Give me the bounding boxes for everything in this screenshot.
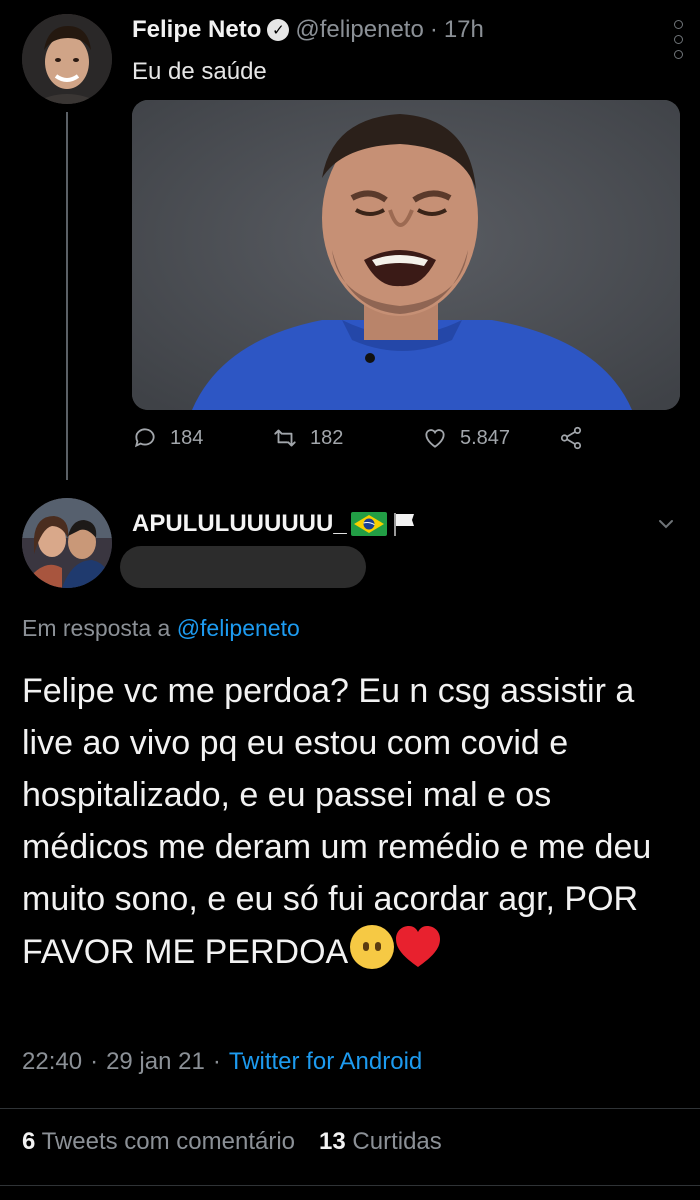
tweet-actions: 184 182 5.847: [132, 425, 584, 451]
tweet-media-image[interactable]: [132, 100, 680, 410]
likes-label: Curtidas: [352, 1128, 442, 1155]
thread-line: [66, 112, 68, 480]
reply-prefix: Em resposta a: [22, 615, 171, 641]
reply-header: APULULUUUUUU_: [132, 510, 417, 538]
likes-link[interactable]: 13 Curtidas: [319, 1128, 442, 1156]
reply-text: Felipe vc me perdoa? Eu n csg assistir a…: [22, 672, 652, 971]
reply-date: 29 jan 21: [106, 1048, 205, 1075]
likes-count: 13: [319, 1128, 346, 1155]
face-without-mouth-emoji-icon: [350, 925, 395, 969]
reply-context: Em resposta a @felipeneto: [22, 615, 300, 642]
quote-tweets-label: Tweets com comentário: [41, 1128, 296, 1155]
quote-tweets-link[interactable]: 6 Tweets com comentário: [22, 1128, 295, 1156]
reply-mention-link[interactable]: @felipeneto: [177, 615, 300, 641]
brazil-flag-icon: [350, 512, 387, 536]
heart-icon: [425, 429, 445, 448]
reply-stats: 6 Tweets com comentário 13 Curtidas: [22, 1128, 442, 1156]
retweet-button[interactable]: 182: [272, 425, 422, 451]
share-icon: [560, 426, 582, 450]
like-count: 5.847: [460, 426, 511, 449]
redacted-handle: [120, 546, 366, 588]
share-button[interactable]: [558, 425, 584, 451]
tweet-header: Felipe Neto ✓ @felipeneto · 17h: [132, 16, 484, 44]
separator-dot: ·: [429, 16, 438, 43]
author-name[interactable]: Felipe Neto: [132, 16, 261, 44]
retweet-icon: [274, 429, 296, 447]
reply-count: 184: [170, 426, 204, 449]
tweet-text: Eu de saúde: [132, 58, 267, 85]
more-vertical-icon[interactable]: [673, 20, 683, 59]
bottom-divider: [0, 1185, 700, 1186]
quote-tweets-count: 6: [22, 1128, 36, 1155]
retweet-count: 182: [310, 426, 344, 449]
meta-dot: ·: [90, 1048, 99, 1075]
verified-badge-icon: ✓: [267, 19, 290, 41]
reply-text-container: Felipe vc me perdoa? Eu n csg assistir a…: [22, 665, 682, 978]
reply-time: 22:40: [22, 1048, 83, 1075]
meta-dot-2: ·: [212, 1048, 221, 1075]
author-handle[interactable]: @felipeneto: [295, 16, 423, 44]
reply-button[interactable]: 184: [132, 425, 272, 451]
divider: [0, 1108, 700, 1109]
reply-source-link[interactable]: Twitter for Android: [229, 1048, 422, 1076]
reply-meta: 22:40 · 29 jan 21 · Twitter for Android: [22, 1048, 422, 1076]
reply-icon: [134, 428, 155, 448]
reply-author-avatar[interactable]: [22, 498, 112, 588]
tweet-time[interactable]: 17h: [444, 16, 484, 44]
like-button[interactable]: 5.847: [422, 425, 558, 451]
white-flag-icon: [393, 513, 414, 536]
author-avatar[interactable]: [22, 14, 112, 104]
chevron-down-icon[interactable]: [654, 512, 678, 536]
red-heart-emoji-icon: [396, 926, 441, 967]
reply-author-name[interactable]: APULULUUUUUU_: [132, 510, 347, 538]
